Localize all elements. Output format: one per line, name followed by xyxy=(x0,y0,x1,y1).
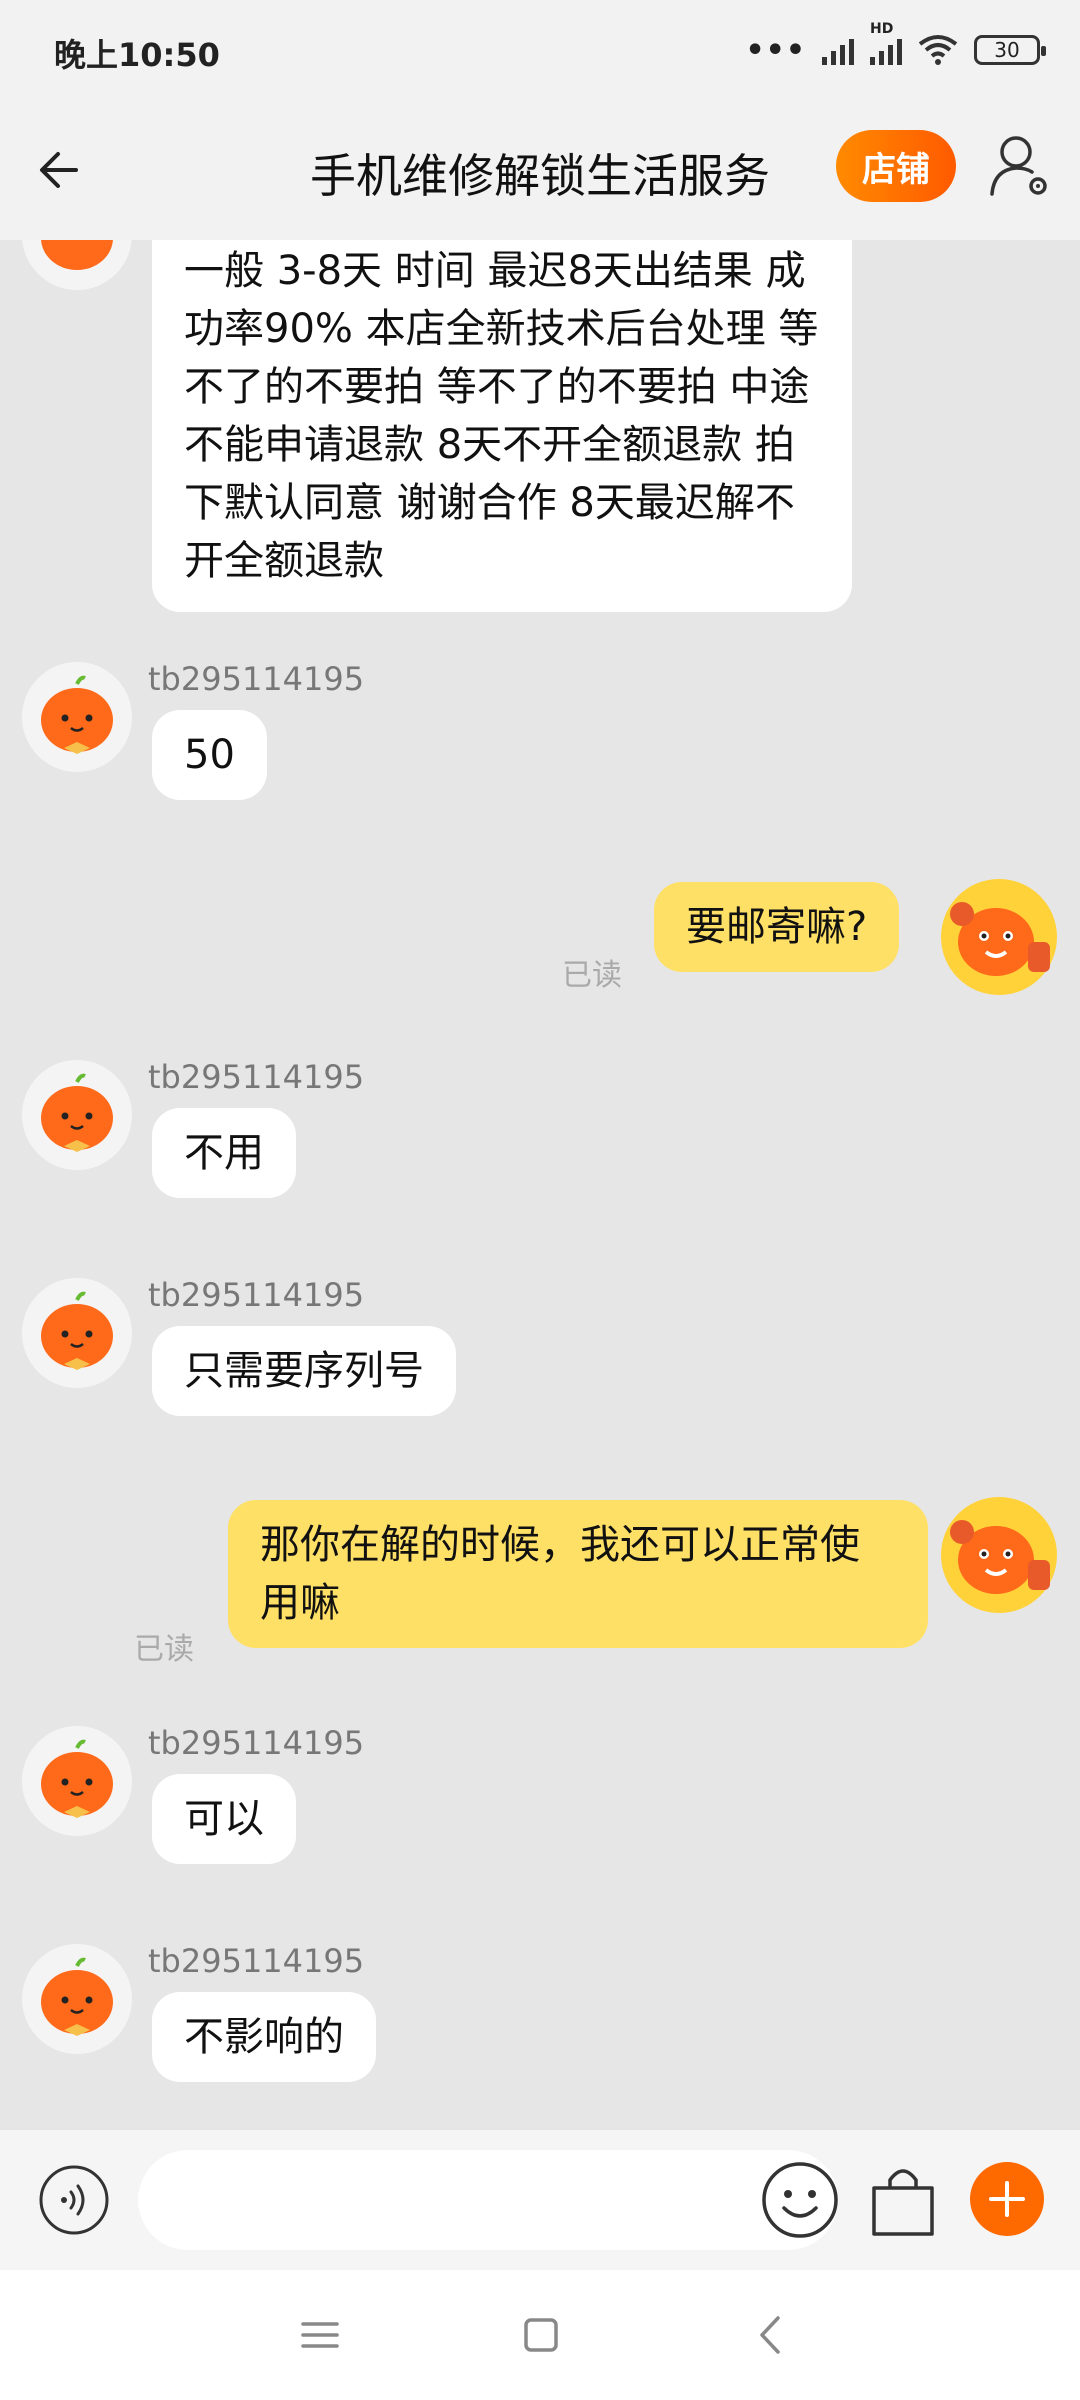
pumpkin-avatar-icon xyxy=(41,1957,113,2036)
back-icon[interactable] xyxy=(748,2312,794,2358)
more-dots-icon: ••• xyxy=(745,32,806,68)
menu-icon[interactable] xyxy=(297,2312,343,2358)
status-bar: 晚上10:50 ••• HD 30 xyxy=(0,0,1080,100)
message-bubble-received[interactable]: 可以 xyxy=(152,1774,296,1864)
pumpkin-avatar-icon xyxy=(41,1739,113,1818)
avatar[interactable] xyxy=(22,662,132,772)
hd-signal-icon: HD xyxy=(870,21,902,65)
message-bubble-received[interactable]: 50 xyxy=(152,710,267,800)
sender-name: tb295114195 xyxy=(148,1724,365,1762)
chat-area[interactable]: 一般 3-8天 时间 最迟8天出结果 成功率90% 本店全新技术后台处理 等不了… xyxy=(0,240,1080,2130)
pumpkin-avatar-icon xyxy=(41,1291,113,1370)
emoji-icon[interactable] xyxy=(760,2160,840,2240)
system-nav-bar xyxy=(0,2270,1080,2400)
pumpkin-avatar-icon xyxy=(41,240,113,270)
battery-level: 30 xyxy=(994,38,1020,62)
read-status: 已读 xyxy=(562,958,622,993)
shopping-bag-icon[interactable] xyxy=(866,2160,940,2240)
wifi-icon xyxy=(918,35,958,65)
voice-icon[interactable] xyxy=(38,2164,110,2236)
status-time: 晚上10:50 xyxy=(54,36,220,74)
avatar[interactable] xyxy=(22,1278,132,1388)
shop-button[interactable]: 店铺 xyxy=(836,130,956,202)
my-avatar-icon[interactable] xyxy=(934,872,1064,1002)
home-icon[interactable] xyxy=(518,2312,564,2358)
message-bubble-sent[interactable]: 要邮寄嘛? xyxy=(654,882,900,972)
plus-button[interactable] xyxy=(970,2162,1044,2236)
network-label: HD xyxy=(870,21,894,37)
status-icons: ••• HD 30 xyxy=(745,21,1046,70)
sender-name: tb295114195 xyxy=(148,1942,365,1980)
pumpkin-avatar-icon xyxy=(41,1073,113,1152)
message-bubble-received[interactable]: 不影响的 xyxy=(152,1992,376,2082)
avatar[interactable] xyxy=(22,1060,132,1170)
message-bubble-sent[interactable]: 那你在解的时候，我还可以正常使用嘛 xyxy=(228,1500,928,1648)
signal-icon xyxy=(822,35,854,65)
user-settings-icon[interactable] xyxy=(986,130,1056,202)
message-bubble-received[interactable]: 只需要序列号 xyxy=(152,1326,456,1416)
input-bar xyxy=(0,2130,1080,2270)
chat-header: 手机维修解锁生活服务 店铺 xyxy=(0,110,1080,230)
my-avatar-icon[interactable] xyxy=(934,1490,1064,1620)
sender-name: tb295114195 xyxy=(148,1276,365,1314)
avatar[interactable] xyxy=(22,1944,132,2054)
sender-name: tb295114195 xyxy=(148,1058,365,1096)
message-bubble-received[interactable]: 不用 xyxy=(152,1108,296,1198)
read-status: 已读 xyxy=(134,1632,194,1667)
sender-name: tb295114195 xyxy=(148,660,365,698)
message-input[interactable] xyxy=(138,2150,838,2250)
avatar[interactable] xyxy=(22,240,132,290)
pumpkin-avatar-icon xyxy=(41,675,113,754)
battery-icon: 30 xyxy=(974,35,1046,65)
plus-icon xyxy=(989,2181,1025,2217)
avatar[interactable] xyxy=(22,1726,132,1836)
message-bubble-received[interactable]: 一般 3-8天 时间 最迟8天出结果 成功率90% 本店全新技术后台处理 等不了… xyxy=(152,240,852,612)
